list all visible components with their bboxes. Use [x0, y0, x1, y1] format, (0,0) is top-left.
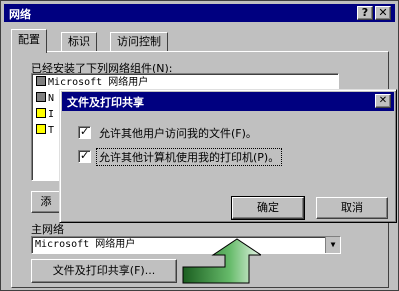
list-item[interactable]: I: [36, 108, 54, 122]
close-button[interactable]: ✕: [375, 6, 391, 20]
ok-button[interactable]: 确定: [231, 196, 305, 220]
list-item[interactable]: N: [36, 92, 54, 106]
allow-printer-access-checkbox[interactable]: ✓: [78, 149, 91, 163]
allow-file-access-checkbox[interactable]: ✓: [78, 125, 91, 139]
window-title: 网络: [9, 8, 31, 21]
check-icon: ✓: [80, 125, 90, 138]
chevron-down-icon[interactable]: ▼: [325, 237, 340, 253]
dialog-titlebar[interactable]: 文件及打印共享 ✕: [62, 92, 394, 111]
list-item[interactable]: T: [36, 124, 54, 138]
arrow-up-icon: [182, 238, 261, 284]
network-window: 网络 ? ✕ 配置 标识 访问控制 已经安装了下列网络组件(N): Micros…: [0, 0, 399, 291]
network-adapter-icon: [36, 92, 46, 102]
protocol-icon: [36, 108, 46, 118]
allow-file-access-option[interactable]: ✓ 允许其他用户访问我的文件(F)。: [78, 125, 259, 141]
tab-config[interactable]: 配置: [11, 29, 47, 53]
protocol-icon: [36, 124, 46, 134]
primary-logon-value: Microsoft 网络用户: [35, 239, 136, 250]
primary-logon-label: 主网络: [31, 223, 64, 236]
add-button[interactable]: 添: [31, 191, 61, 213]
network-client-icon: [36, 76, 46, 86]
allow-printer-access-option[interactable]: ✓ 允许其他计算机使用我的打印机(P)。: [78, 148, 283, 166]
help-button[interactable]: ?: [357, 6, 373, 20]
file-print-sharing-dialog: 文件及打印共享 ✕ ✓ 允许其他用户访问我的文件(F)。 ✓ 允许其他计算机使用我的…: [59, 89, 397, 223]
window-titlebar[interactable]: 网络 ? ✕: [4, 4, 395, 22]
list-item[interactable]: Microsoft 网络用户: [36, 76, 148, 90]
allow-printer-access-label: 允许其他计算机使用我的打印机(P)。: [95, 148, 283, 166]
tab-identification[interactable]: 标识: [61, 32, 97, 52]
dialog-close-button[interactable]: ✕: [375, 94, 391, 108]
cancel-button[interactable]: 取消: [316, 197, 388, 219]
tab-access-control[interactable]: 访问控制: [110, 32, 168, 52]
dialog-title: 文件及打印共享: [67, 96, 144, 109]
allow-file-access-label: 允许其他用户访问我的文件(F)。: [99, 127, 257, 140]
file-print-sharing-button[interactable]: 文件及打印共享(F)...: [31, 259, 177, 283]
check-icon: ✓: [80, 149, 90, 162]
